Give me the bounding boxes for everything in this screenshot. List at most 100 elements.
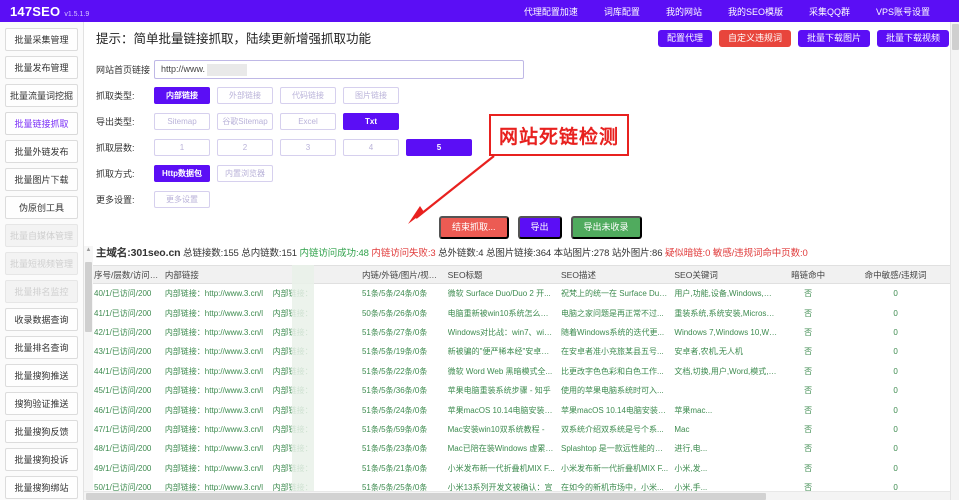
stat-0-label: 总链接数: xyxy=(183,248,224,259)
crawl-type-option-3[interactable]: 图片链接 xyxy=(343,86,399,104)
sidebar-item-11[interactable]: 批量排名查询 xyxy=(5,336,78,359)
sidebar-item-10[interactable]: 收录数据查询 xyxy=(5,308,78,331)
configure-proxy-button[interactable]: 配置代理 xyxy=(657,30,712,47)
cell-internal-link-2: 内部链接： xyxy=(272,289,313,299)
cell-internal-link[interactable]: 内部链接：http://www.3.cn/l xyxy=(165,424,273,435)
batch-download-videos-button[interactable]: 批量下载视频 xyxy=(876,30,949,47)
sidebar-item-8: 批量短视频管理 xyxy=(5,252,78,275)
topnav-item-3[interactable]: 我的SEO模版 xyxy=(715,5,796,18)
cell-dark-link: 否 xyxy=(804,289,813,299)
more-settings-label: 更多设置: xyxy=(96,194,135,205)
window-scroll-thumb[interactable] xyxy=(952,24,959,50)
topnav-item-4[interactable]: 采集QQ群 xyxy=(796,5,863,18)
crawl-type-option-1[interactable]: 外部链接 xyxy=(217,86,273,104)
crawl-type-option-2[interactable]: 代码链接 xyxy=(280,86,336,104)
crawl-depth-option-4[interactable]: 4 xyxy=(343,138,399,156)
column-header-seo-title: SEO标题 xyxy=(447,269,483,280)
column-header-seo-keywords: SEO关键词 xyxy=(674,269,718,280)
cell-seq: 41/1/已访问/200 xyxy=(94,308,152,318)
cell-internal-link[interactable]: 内部链接：http://www.3.cn/l xyxy=(165,405,273,416)
stat-2-value: 48 xyxy=(358,248,369,259)
crawl-method-option-0[interactable]: Http数据包 xyxy=(154,164,210,182)
cell-counts: 51条/5条/24条/0条 xyxy=(361,405,428,415)
topnav-item-2[interactable]: 我的网站 xyxy=(653,5,715,18)
table-row[interactable]: 45/1/已访问/200 内部链接：http://www.3.cn/l 内部链接： 5… xyxy=(84,381,959,400)
cell-counts: 51条/5条/23条/0条 xyxy=(361,444,428,454)
cell-seq: 44/1/已访问/200 xyxy=(94,366,152,376)
crawl-depth-option-3[interactable]: 3 xyxy=(280,138,336,156)
cell-internal-link[interactable]: 内部链接：http://www.3.cn/l xyxy=(165,346,273,357)
stat-7-label: 站外图片: xyxy=(611,248,653,259)
cell-seo-title: 苹果macOS 10.14电脑安装w... xyxy=(447,405,557,415)
cell-internal-link[interactable]: 内部链接：http://www.3.cn/l xyxy=(165,327,273,338)
sidebar-item-6[interactable]: 伪原创工具 xyxy=(5,196,78,219)
cell-internal-link-2: 内部链接： xyxy=(272,366,313,376)
stat-1-label: 总内链数: xyxy=(241,248,282,259)
crawl-depth-option-2[interactable]: 2 xyxy=(217,138,273,156)
sidebar-item-3[interactable]: 批量链接抓取 xyxy=(5,112,78,135)
custom-violation-words-button[interactable]: 自定义违规词 xyxy=(718,30,791,47)
table-body[interactable]: 40/1/已访问/200 内部链接：http://www.3.cn/l 内部链接： 5… xyxy=(84,284,959,500)
crawl-depth-option-5[interactable]: 5 xyxy=(406,138,472,156)
table-row[interactable]: 49/1/已访问/200 内部链接：http://www.3.cn/l 内部链接： 5… xyxy=(84,459,959,478)
export-type-option-0[interactable]: Sitemap xyxy=(154,112,210,130)
window-vertical-scrollbar[interactable] xyxy=(950,22,959,500)
export-type-option-2[interactable]: Excel xyxy=(280,112,336,130)
sidebar-item-13[interactable]: 搜狗验证推送 xyxy=(5,392,78,415)
stats-summary: 主域名:301seo.cn 总链接数:155 总内链数:151 内链访问成功:4… xyxy=(84,245,959,260)
stat-8-value: 0 xyxy=(705,248,711,259)
sidebar-item-0[interactable]: 批量采集管理 xyxy=(5,28,78,51)
sidebar-item-5[interactable]: 批量图片下载 xyxy=(5,168,78,191)
more-settings-button[interactable]: 更多设置 xyxy=(154,190,210,208)
table-vertical-scrollbar[interactable]: ▲ xyxy=(84,246,93,500)
sidebar-item-7: 批量自媒体管理 xyxy=(5,224,78,247)
cell-seo-desc: 使用的苹果电脑系统时可入... xyxy=(561,386,664,396)
cell-internal-link[interactable]: 内部链接：http://www.3.cn/l xyxy=(165,463,273,474)
topnav-item-0[interactable]: 代理配置加速 xyxy=(511,5,591,18)
export-type-option-1[interactable]: 谷歌Sitemap xyxy=(217,112,273,130)
table-row[interactable]: 46/1/已访问/200 内部链接：http://www.3.cn/l 内部链接： 5… xyxy=(84,400,959,419)
sidebar-item-4[interactable]: 批量外链发布 xyxy=(5,140,78,163)
crawl-depth-option-1[interactable]: 1 xyxy=(154,138,210,156)
horizontal-scrollbar[interactable] xyxy=(84,491,950,500)
topnav-item-5[interactable]: VPS账号设置 xyxy=(863,5,943,18)
cell-seo-desc: 比更改字色色彩和白色工作... xyxy=(561,366,664,376)
cell-counts: 51条/5条/24条/0条 xyxy=(361,289,428,299)
sidebar-item-14[interactable]: 批量搜狗反馈 xyxy=(5,420,78,443)
cell-internal-link-2: 内部链接： xyxy=(272,424,313,434)
table-row[interactable]: 47/1/已访问/200 内部链接：http://www.3.cn/l 内部链接： 5… xyxy=(84,420,959,439)
cell-internal-link[interactable]: 内部链接：http://www.3.cn/l xyxy=(165,366,273,377)
export-type-option-3[interactable]: Txt xyxy=(343,112,399,130)
table-row[interactable]: 44/1/已访问/200 内部链接：http://www.3.cn/l 内部链接： 5… xyxy=(84,362,959,381)
sidebar-item-1[interactable]: 批量发布管理 xyxy=(5,56,78,79)
stat-3-label: 内链访问失败: xyxy=(371,248,431,259)
table-scroll-thumb[interactable] xyxy=(85,262,92,332)
cell-seq: 48/1/已访问/200 xyxy=(94,444,152,454)
cell-internal-link[interactable]: 内部链接：http://www.3.cn/l xyxy=(165,443,273,454)
stats-domain-label: 主域名: xyxy=(96,247,131,259)
table-row[interactable]: 40/1/已访问/200 内部链接：http://www.3.cn/l 内部链接： 5… xyxy=(84,284,959,303)
column-header-internal-link: 内部链接 xyxy=(164,269,199,280)
cell-internal-link[interactable]: 内部链接：http://www.3.cn/l xyxy=(165,288,273,299)
scroll-up-arrow-icon[interactable]: ▲ xyxy=(84,246,93,255)
horizontal-scroll-thumb[interactable] xyxy=(86,493,766,500)
sidebar-item-2[interactable]: 批量流量词挖掘 xyxy=(5,84,78,107)
table-row[interactable]: 48/1/已访问/200 内部链接：http://www.3.cn/l 内部链接： 5… xyxy=(84,439,959,458)
cell-internal-link[interactable]: 内部链接：http://www.3.cn/l xyxy=(165,308,273,319)
cell-seq: 40/1/已访问/200 xyxy=(94,289,152,299)
topnav-item-1[interactable]: 词库配置 xyxy=(591,5,653,18)
crawl-method-option-1[interactable]: 内置浏览器 xyxy=(217,164,273,182)
cell-internal-link[interactable]: 内部链接：http://www.3.cn/l xyxy=(165,385,273,396)
table-row[interactable]: 43/1/已访问/200 内部链接：http://www.3.cn/l 内部链接： 5… xyxy=(84,342,959,361)
sidebar-item-12[interactable]: 批量搜狗推送 xyxy=(5,364,78,387)
table-row[interactable]: 42/1/已访问/200 内部链接：http://www.3.cn/l 内部链接： 5… xyxy=(84,323,959,342)
stop-crawl-button[interactable]: 结束抓取... xyxy=(439,216,509,239)
crawl-type-option-0[interactable]: 内部链接 xyxy=(154,86,210,104)
table-row[interactable]: 41/1/已访问/200 内部链接：http://www.3.cn/l 内部链接： 5… xyxy=(84,303,959,322)
batch-download-images-button[interactable]: 批量下载图片 xyxy=(797,30,870,47)
homepage-url-input[interactable]: http://www. .cn xyxy=(154,59,524,79)
sidebar-item-16[interactable]: 批量搜狗绑站 xyxy=(5,476,78,499)
export-button[interactable]: 导出 xyxy=(517,216,562,239)
sidebar-item-15[interactable]: 批量搜狗投诉 xyxy=(5,448,78,471)
export-unindexed-button[interactable]: 导出未收录 xyxy=(570,216,642,239)
